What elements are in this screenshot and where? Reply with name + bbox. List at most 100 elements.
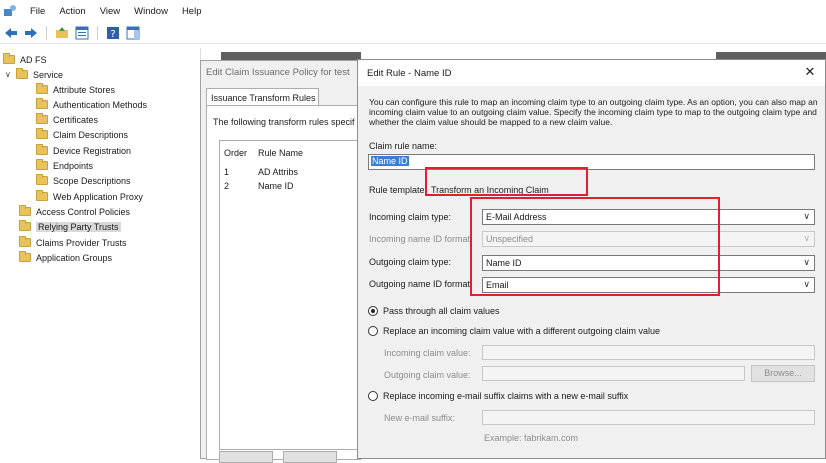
incoming-claim-type-label: Incoming claim type: xyxy=(369,212,452,222)
tree-label: Certificates xyxy=(53,114,99,125)
replace-suffix-radio[interactable] xyxy=(368,391,378,401)
new-email-suffix-input xyxy=(482,410,815,425)
tree-item-certificates[interactable]: Certificates xyxy=(36,112,98,127)
replace-value-option[interactable]: Replace an incoming claim value with a d… xyxy=(368,326,660,336)
console-tree: AD FS ∨ Service Attribute Stores Authent… xyxy=(0,48,200,459)
folder-icon xyxy=(16,68,28,79)
tree-label: Endpoints xyxy=(53,160,94,171)
folder-icon xyxy=(36,128,48,139)
tree-item-service[interactable]: ∨ Service xyxy=(5,67,63,82)
tree-item-attribute-stores[interactable]: Attribute Stores xyxy=(36,82,115,97)
toolbar-separator xyxy=(97,25,98,40)
claim-rule-name-value: Name ID xyxy=(371,156,409,166)
svg-text:?: ? xyxy=(110,29,115,40)
column-header-rule-name[interactable]: Rule Name xyxy=(258,148,303,158)
menu-view[interactable]: View xyxy=(93,6,127,17)
tree-label: Relying Party Trusts xyxy=(36,221,121,232)
menu-bar: File Action View Window Help xyxy=(0,0,826,22)
tree-item-claim-descriptions[interactable]: Claim Descriptions xyxy=(36,127,128,142)
tree-item-claims-provider-trusts[interactable]: Claims Provider Trusts xyxy=(19,235,127,250)
folder-icon xyxy=(19,205,31,216)
dialog-titlebar: Edit Rule - Name ID ✕ xyxy=(358,60,825,86)
tree-label: Device Registration xyxy=(53,145,132,156)
pass-through-radio[interactable] xyxy=(368,306,378,316)
tree-item-relying-party-trusts[interactable]: Relying Party Trusts xyxy=(19,219,121,234)
replace-value-radio[interactable] xyxy=(368,326,378,336)
show-hide-action-pane-icon[interactable] xyxy=(125,25,141,41)
forward-arrow-icon[interactable] xyxy=(23,25,39,41)
folder-icon xyxy=(19,220,31,231)
pass-through-label: Pass through all claim values xyxy=(383,306,500,316)
rule-name-cell[interactable]: AD Attribs xyxy=(258,167,298,177)
dialog-title: Edit Claim Issuance Policy for test xyxy=(206,67,350,78)
chevron-down-icon: ∨ xyxy=(803,233,810,243)
tree-item-access-control-policies[interactable]: Access Control Policies xyxy=(19,204,130,219)
tab-issuance-transform-rules[interactable]: Issuance Transform Rules xyxy=(206,88,319,106)
rule-template-highlight xyxy=(425,167,588,196)
tree-item-endpoints[interactable]: Endpoints xyxy=(36,158,93,173)
up-folder-icon[interactable] xyxy=(54,25,70,41)
menu-file[interactable]: File xyxy=(23,6,52,17)
rule-order-cell[interactable]: 1 xyxy=(224,167,229,177)
rule-name-cell[interactable]: Name ID xyxy=(258,181,294,191)
folder-icon xyxy=(3,53,15,64)
rule-description: You can configure this rule to map an in… xyxy=(369,97,818,127)
pass-through-option[interactable]: Pass through all claim values xyxy=(368,306,500,316)
tree-item-ad-fs[interactable]: AD FS xyxy=(3,52,47,67)
tree-label: Authentication Methods xyxy=(53,99,148,110)
folder-icon xyxy=(36,113,48,124)
chevron-down-icon[interactable]: ∨ xyxy=(5,70,14,79)
tree-label: Claims Provider Trusts xyxy=(36,237,127,248)
incoming-claim-value-input xyxy=(482,345,815,360)
tree-item-web-application-proxy[interactable]: Web Application Proxy xyxy=(36,189,143,204)
menu-help[interactable]: Help xyxy=(175,6,209,17)
tree-label: Service xyxy=(33,69,64,80)
replace-suffix-label: Replace incoming e-mail suffix claims wi… xyxy=(383,391,629,401)
example-text: Example: fabrikam.com xyxy=(484,433,579,443)
adfs-app-icon xyxy=(3,4,17,18)
browse-button: Browse... xyxy=(751,365,815,382)
help-icon[interactable]: ? xyxy=(105,25,121,41)
back-arrow-icon[interactable] xyxy=(3,25,19,41)
close-icon[interactable]: ✕ xyxy=(803,65,817,79)
show-hide-tree-icon[interactable] xyxy=(74,25,90,41)
claim-rule-name-label: Claim rule name: xyxy=(369,141,438,151)
outgoing-claim-value-label: Outgoing claim value: xyxy=(384,370,471,380)
folder-icon xyxy=(36,190,48,201)
add-rule-button[interactable] xyxy=(219,451,273,463)
column-header-order[interactable]: Order xyxy=(224,148,247,158)
menu-window[interactable]: Window xyxy=(127,6,175,17)
folder-icon xyxy=(36,144,48,155)
claim-fields-highlight xyxy=(470,197,720,296)
tree-label: Application Groups xyxy=(36,252,113,263)
outgoing-name-id-format-label: Outgoing name ID format: xyxy=(369,279,473,289)
tree-item-scope-descriptions[interactable]: Scope Descriptions xyxy=(36,173,131,188)
replace-value-label: Replace an incoming claim value with a d… xyxy=(383,326,660,336)
folder-icon xyxy=(36,159,48,170)
replace-suffix-option[interactable]: Replace incoming e-mail suffix claims wi… xyxy=(368,391,628,401)
folder-icon xyxy=(36,98,48,109)
chevron-down-icon: ∨ xyxy=(803,257,810,267)
chevron-down-icon: ∨ xyxy=(803,279,810,289)
dialog-title: Edit Rule - Name ID xyxy=(367,68,452,79)
chevron-down-icon: ∨ xyxy=(803,211,810,221)
incoming-claim-value-label: Incoming claim value: xyxy=(384,348,471,358)
rule-order-cell[interactable]: 2 xyxy=(224,181,229,191)
menu-action[interactable]: Action xyxy=(52,6,92,17)
tree-label: Web Application Proxy xyxy=(53,191,143,202)
tree-label: AD FS xyxy=(20,54,47,65)
tree-label: Claim Descriptions xyxy=(53,129,129,140)
rules-list[interactable]: Order Rule Name 1 AD Attribs 2 Name ID xyxy=(219,140,361,450)
tree-label: Attribute Stores xyxy=(53,84,116,95)
new-email-suffix-label: New e-mail suffix: xyxy=(384,413,455,423)
edit-rule-button[interactable] xyxy=(283,451,337,463)
tree-item-application-groups[interactable]: Application Groups xyxy=(19,250,112,265)
toolbar-separator xyxy=(46,25,47,40)
folder-icon xyxy=(19,236,31,247)
claim-issuance-policy-dialog: Edit Claim Issuance Policy for test Issu… xyxy=(200,60,361,463)
rules-description: The following transform rules specif xyxy=(213,117,355,127)
tree-item-device-registration[interactable]: Device Registration xyxy=(36,143,131,158)
tree-item-authentication-methods[interactable]: Authentication Methods xyxy=(36,97,147,112)
folder-icon xyxy=(19,251,31,262)
folder-icon xyxy=(36,174,48,185)
